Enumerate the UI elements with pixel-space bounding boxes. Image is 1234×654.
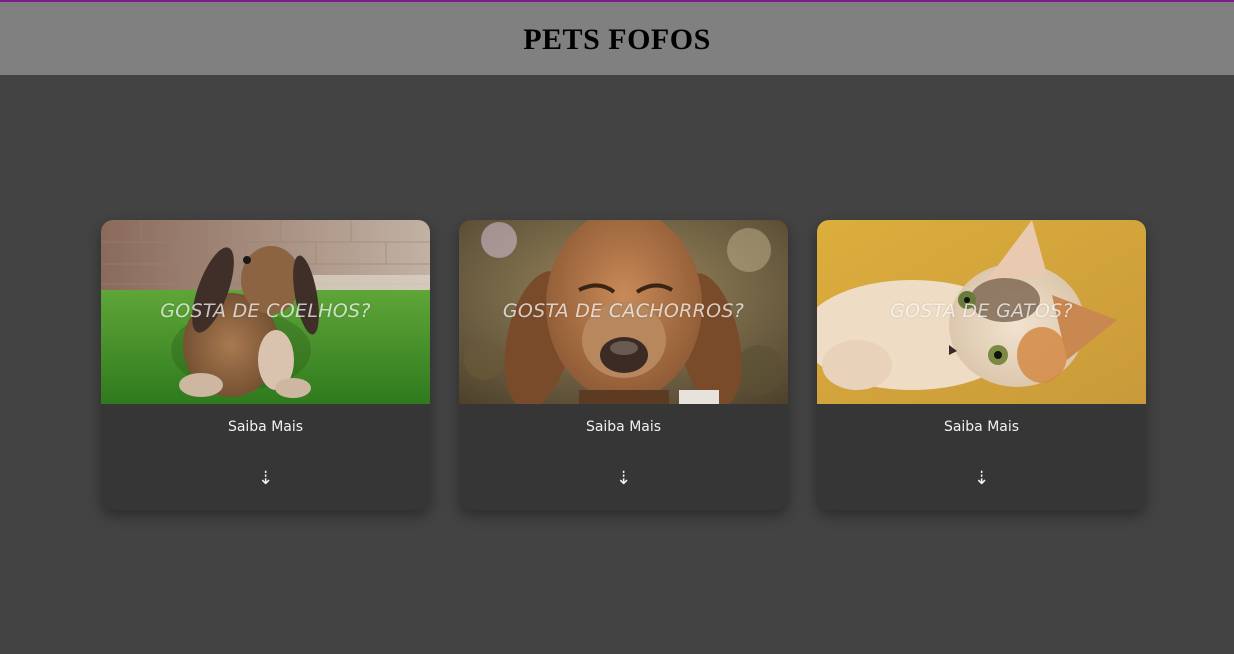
card-cats: GOSTA DE GATOS? Saiba Mais ⇣ xyxy=(817,220,1146,510)
card-title-rabbits: GOSTA DE COELHOS? xyxy=(160,300,371,322)
down-arrow-icon[interactable]: ⇣ xyxy=(459,468,788,489)
down-arrow-icon[interactable]: ⇣ xyxy=(817,468,1146,489)
saiba-mais-link-rabbits[interactable]: Saiba Mais xyxy=(101,419,430,435)
card-title-cats: GOSTA DE GATOS? xyxy=(890,300,1073,322)
card-dogs: GOSTA DE CACHORROS? Saiba Mais ⇣ xyxy=(459,220,788,510)
down-arrow-icon[interactable]: ⇣ xyxy=(101,468,430,489)
cat-photo: GOSTA DE GATOS? xyxy=(817,220,1146,404)
card-title-dogs: GOSTA DE CACHORROS? xyxy=(502,300,745,322)
dog-photo: GOSTA DE CACHORROS? xyxy=(459,220,788,404)
saiba-mais-link-dogs[interactable]: Saiba Mais xyxy=(459,419,788,435)
page-title: PETS FOFOS xyxy=(523,22,711,56)
saiba-mais-link-cats[interactable]: Saiba Mais xyxy=(817,419,1146,435)
card-rabbits: GOSTA DE COELHOS? Saiba Mais ⇣ xyxy=(101,220,430,510)
rabbit-photo: GOSTA DE COELHOS? xyxy=(101,220,430,404)
page-header: PETS FOFOS xyxy=(0,2,1234,75)
